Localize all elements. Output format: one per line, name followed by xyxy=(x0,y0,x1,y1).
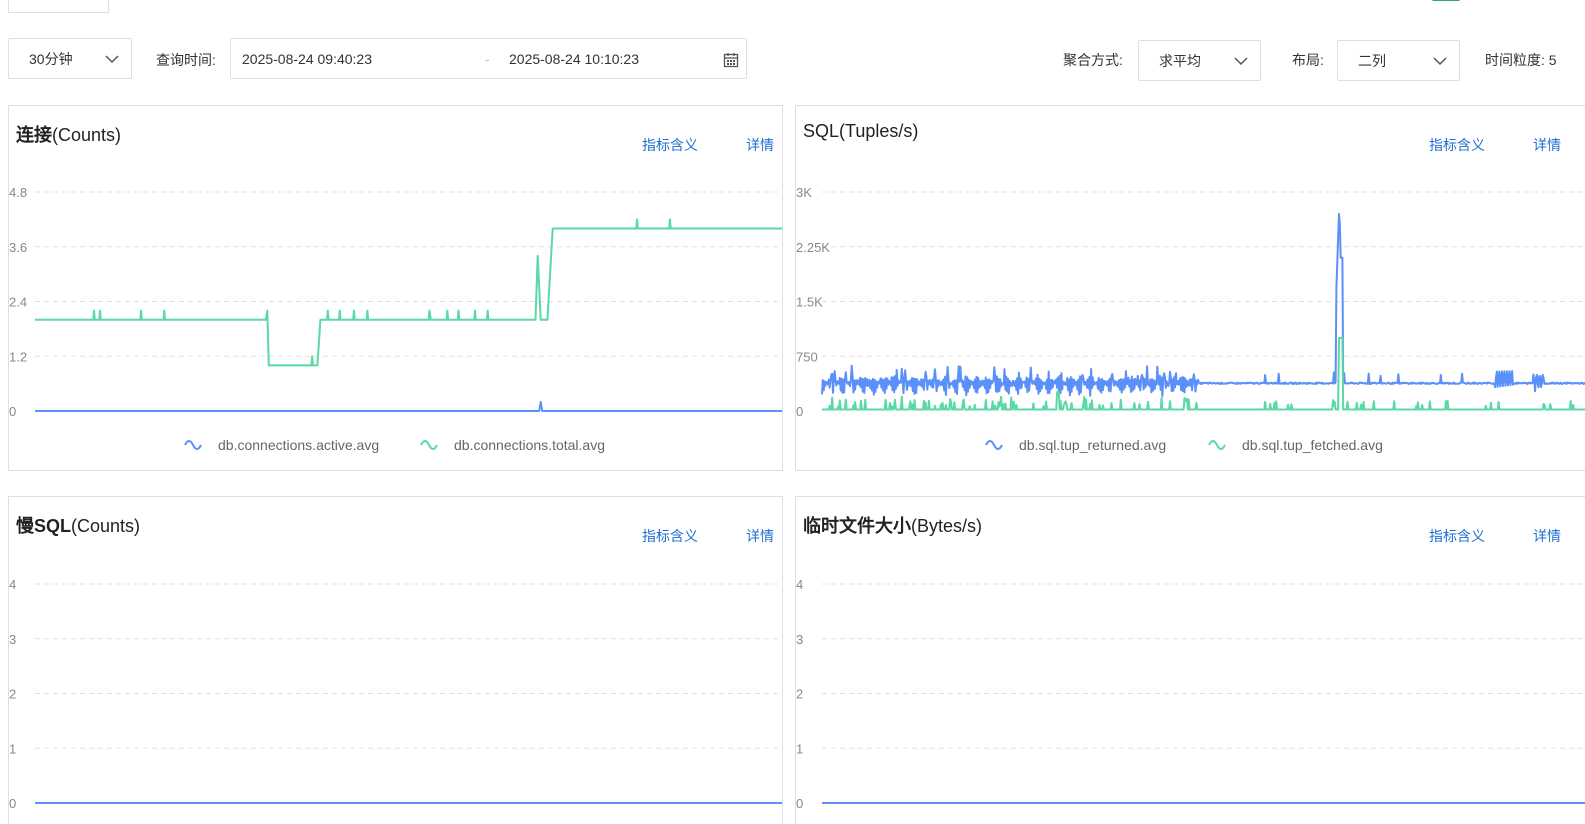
end-time-input[interactable]: 2025-08-24 10:10:23 xyxy=(509,51,639,67)
query-time-label: 查询时间: xyxy=(156,52,216,68)
start-time-input[interactable]: 2025-08-24 09:40:23 xyxy=(242,51,372,67)
top-green-indicator xyxy=(1432,0,1460,1)
aggregation-label: 聚合方式: xyxy=(1063,52,1123,68)
layout-label: 布局: xyxy=(1292,52,1324,68)
y-tick-label: 0 xyxy=(796,404,803,419)
y-tick-label: 3.6 xyxy=(9,240,27,255)
series-line xyxy=(35,400,782,412)
series-line xyxy=(821,212,1585,397)
y-tick-label: 1 xyxy=(9,741,16,756)
chevron-down-icon xyxy=(1234,56,1248,65)
y-tick-label: 0 xyxy=(796,796,803,811)
layout-select[interactable]: 二列 xyxy=(1337,40,1460,81)
top-tab-stub[interactable] xyxy=(8,0,109,13)
slow-sql-chart: 4 3 2 1 0 xyxy=(9,577,782,811)
legend-wave-icon xyxy=(1208,440,1226,450)
y-tick-label: 2 xyxy=(796,687,803,702)
y-tick-label: 0 xyxy=(9,404,16,419)
series-line xyxy=(821,337,1585,411)
y-tick-label: 2 xyxy=(9,687,16,702)
legend-label[interactable]: db.sql.tup_fetched.avg xyxy=(1242,437,1383,453)
y-tick-label: 2.4 xyxy=(9,295,27,310)
chevron-down-icon xyxy=(105,54,119,63)
legend-label[interactable]: db.connections.active.avg xyxy=(218,437,379,453)
panel-connections: 连接(Counts) 指标含义 详情 4.8 3.6 2.4 1.2 0 db.conne… xyxy=(8,105,783,471)
legend-wave-icon xyxy=(420,440,438,450)
aggregation-select[interactable]: 求平均 xyxy=(1138,40,1261,81)
sql-tuples-chart: 3K 2.25K 1.5K 750 0 db.sql.tup_returned.avg db… xyxy=(796,185,1585,453)
date-range-picker[interactable]: 2025-08-24 09:40:23 - 2025-08-24 10:10:2… xyxy=(230,38,747,79)
connections-chart: 4.8 3.6 2.4 1.2 0 db.connections.active.avg db… xyxy=(9,185,782,453)
y-tick-label: 2.25K xyxy=(796,240,830,255)
panel-temp-file-size: 临时文件大小(Bytes/s) 指标含义 详情 43210 xyxy=(795,496,1585,824)
time-range-value: 30分钟 xyxy=(29,50,73,67)
y-tick-label: 4.8 xyxy=(9,185,27,200)
layout-value: 二列 xyxy=(1358,52,1386,69)
panel-sql-tuples: SQL(Tuples/s) 指标含义 详情 3K 2.25K 1.5K 750 0 db.… xyxy=(795,105,1585,471)
time-range-select[interactable]: 30分钟 xyxy=(8,38,132,79)
granularity-label: 时间粒度: 5 xyxy=(1485,52,1557,68)
y-tick-label: 3K xyxy=(796,185,812,200)
calendar-icon[interactable] xyxy=(723,52,739,68)
aggregation-value: 求平均 xyxy=(1159,52,1201,69)
y-tick-label: 3 xyxy=(796,632,803,647)
range-separator: - xyxy=(485,51,490,67)
panel-slow-sql: 慢SQL(Counts) 指标含义 详情 43210 xyxy=(8,496,783,824)
chevron-down-icon xyxy=(1433,56,1447,65)
legend-label[interactable]: db.sql.tup_returned.avg xyxy=(1019,437,1166,453)
series-line xyxy=(35,218,782,367)
legend-wave-icon xyxy=(985,440,1003,450)
y-tick-label: 750 xyxy=(796,349,818,364)
legend-wave-icon xyxy=(184,440,202,450)
y-tick-label: 0 xyxy=(9,796,16,811)
legend-label[interactable]: db.connections.total.avg xyxy=(454,437,605,453)
temp-file-chart: 4 3 2 1 0 xyxy=(796,577,1585,811)
y-tick-label: 4 xyxy=(9,577,16,592)
y-tick-label: 4 xyxy=(796,577,803,592)
y-tick-label: 1.5K xyxy=(796,295,823,310)
y-tick-label: 1 xyxy=(796,741,803,756)
toolbar: 30分钟 查询时间: 2025-08-24 09:40:23 - 2025-08… xyxy=(0,38,1585,81)
y-tick-label: 3 xyxy=(9,632,16,647)
y-tick-label: 1.2 xyxy=(9,349,27,364)
